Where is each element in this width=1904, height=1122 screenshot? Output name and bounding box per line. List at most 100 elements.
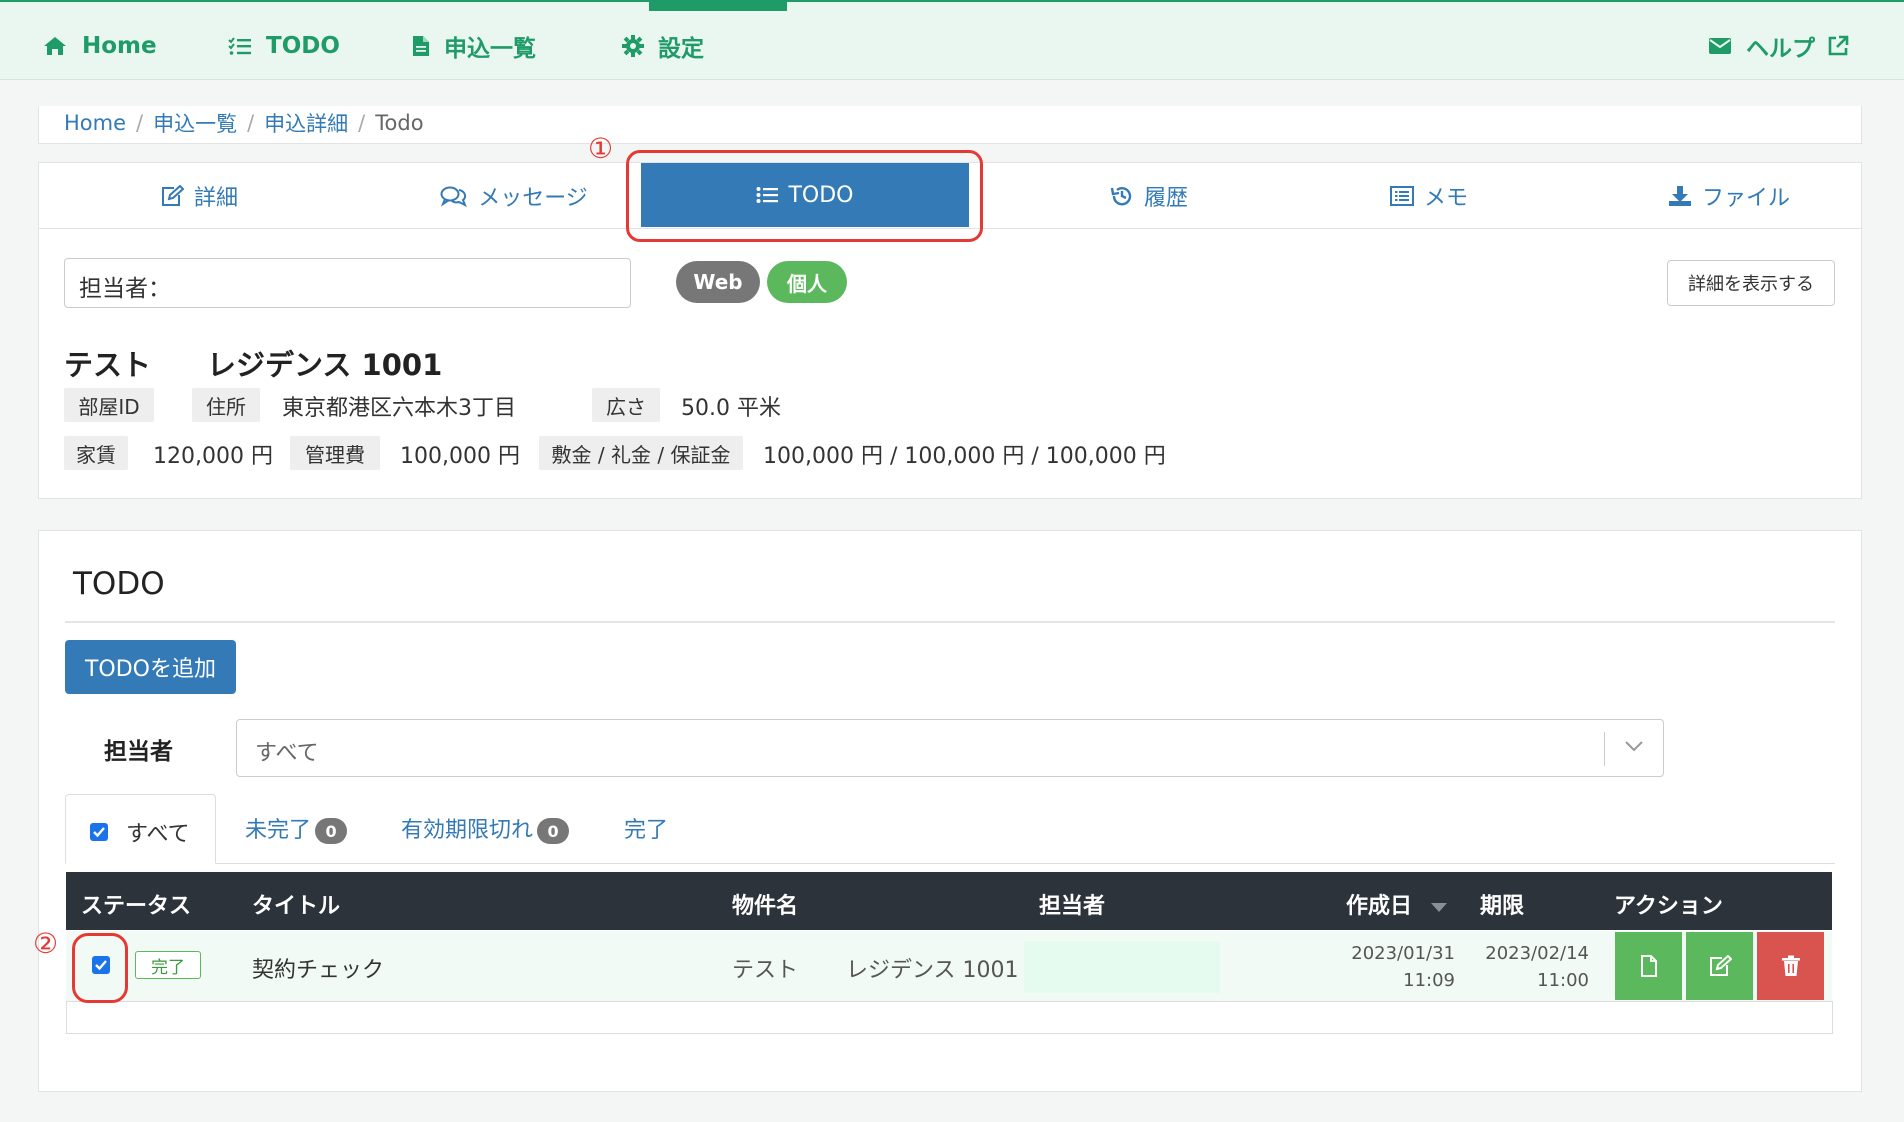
- add-todo-button[interactable]: TODOを追加: [65, 640, 236, 694]
- incomplete-count-badge: 0: [315, 818, 348, 844]
- todo-card: [38, 530, 1862, 1092]
- annotation-2-label: ②: [33, 927, 59, 960]
- todo-table-header: ステータス タイトル 物件名 担当者 作成日 期限 アクション: [66, 872, 1832, 930]
- table-border: [1832, 1001, 1833, 1034]
- column-assignee[interactable]: 担当者: [1039, 888, 1105, 920]
- breadcrumb-separator: /: [136, 111, 144, 135]
- nav-settings[interactable]: 設定: [622, 30, 704, 62]
- delete-button[interactable]: [1757, 932, 1824, 1000]
- external-link-icon: [1827, 35, 1849, 57]
- annotation-1-highlight: [626, 150, 983, 242]
- breadcrumb-applications[interactable]: 申込一覧: [153, 108, 237, 138]
- deposit-value: 100,000 円 / 100,000 円 / 100,000 円: [763, 444, 1166, 469]
- mgmt-fee-value: 100,000 円: [400, 444, 520, 469]
- area-label: 広さ: [592, 388, 660, 422]
- nav-applications-label: 申込一覧: [444, 36, 536, 62]
- tab-history[interactable]: 履歴: [1059, 163, 1239, 228]
- applicant-name: テスト: [64, 348, 152, 382]
- edit-button[interactable]: [1686, 932, 1753, 1000]
- row-due-time: 11:00: [1537, 970, 1589, 991]
- column-property[interactable]: 物件名: [732, 888, 798, 920]
- status-badge: 完了: [135, 951, 201, 979]
- nav-applications[interactable]: 申込一覧: [412, 30, 536, 62]
- tab-detail[interactable]: 詳細: [119, 163, 279, 228]
- breadcrumb-current: Todo: [375, 111, 424, 135]
- nav-help[interactable]: ヘルプ: [1708, 30, 1849, 62]
- list-check-icon: [228, 36, 252, 56]
- property-name: レジデンス 1001: [207, 348, 443, 382]
- row-property-name: テスト: [732, 958, 799, 983]
- filter-tab-incomplete-label: 未完了: [245, 818, 312, 843]
- column-status[interactable]: ステータス: [81, 888, 191, 920]
- row-property-room: レジデンス 1001: [846, 958, 1019, 983]
- assignee-filter-label: 担当者: [104, 739, 173, 765]
- top-navbar: Home TODO 申込一覧 設定 ヘルプ: [0, 0, 1904, 80]
- filter-tab-done[interactable]: 完了: [624, 812, 668, 844]
- show-detail-button[interactable]: 詳細を表示する: [1667, 260, 1835, 306]
- area-value: 50.0 平米: [681, 396, 781, 421]
- table-border: [66, 1033, 1832, 1034]
- badge-web: Web: [676, 261, 760, 303]
- assignee-field[interactable]: 担当者：: [64, 258, 631, 308]
- property-title: テスト レジデンス 1001: [64, 342, 442, 384]
- breadcrumb-application-detail[interactable]: 申込詳細: [264, 108, 348, 138]
- nav-home-label: Home: [82, 33, 157, 59]
- nav-todo-label: TODO: [266, 33, 340, 59]
- todo-heading: TODO: [73, 566, 165, 602]
- tab-message-label: メッセージ: [478, 185, 588, 211]
- annotation-1-label: ①: [588, 132, 614, 165]
- nav-help-label: ヘルプ: [1746, 36, 1815, 62]
- edit-icon: [1709, 955, 1732, 976]
- gear-icon: [622, 35, 644, 57]
- row-created-date: 2023/01/31: [1351, 943, 1455, 964]
- annotation-2-highlight: [72, 933, 128, 1003]
- rent-value: 120,000 円: [153, 444, 273, 469]
- sort-desc-icon: [1430, 903, 1447, 912]
- row-due: 2023/02/14 11:00: [1462, 940, 1589, 994]
- assignee-filter-value: すべて: [255, 741, 319, 766]
- memo-list-icon: [1389, 185, 1414, 206]
- edit-icon: [160, 184, 184, 207]
- breadcrumb-separator: /: [247, 111, 255, 135]
- row-created: 2023/01/31 11:09: [1330, 940, 1455, 994]
- comments-icon: [440, 185, 468, 207]
- filter-tab-incomplete[interactable]: 未完了 0: [245, 812, 348, 844]
- nav-active-indicator: [649, 0, 787, 11]
- row-title[interactable]: 契約チェック: [252, 952, 384, 984]
- filter-tabs-baseline: [65, 863, 1835, 864]
- row-due-date: 2023/02/14: [1485, 943, 1589, 964]
- breadcrumb-separator: /: [358, 111, 366, 135]
- breadcrumb-home[interactable]: Home: [64, 111, 126, 135]
- tab-message[interactable]: メッセージ: [399, 163, 629, 228]
- filter-tab-all-label: すべて: [126, 822, 190, 847]
- mgmt-fee-label: 管理費: [290, 436, 380, 470]
- tab-file[interactable]: ファイル: [1629, 163, 1829, 228]
- column-due[interactable]: 期限: [1480, 888, 1524, 920]
- all-checkbox[interactable]: [90, 823, 108, 841]
- tab-detail-label: 詳細: [193, 185, 238, 211]
- tab-memo[interactable]: メモ: [1339, 163, 1519, 228]
- address-value: 東京都港区六本木3丁目: [282, 396, 516, 421]
- tab-memo-label: メモ: [1423, 185, 1468, 211]
- history-icon: [1110, 185, 1134, 207]
- breadcrumb-card: Home / 申込一覧 / 申込詳細 / Todo: [38, 106, 1862, 144]
- assignee-filter-select[interactable]: すべて: [236, 719, 1664, 777]
- filter-tab-expired[interactable]: 有効期限切れ 0: [401, 812, 570, 844]
- divider: [65, 621, 1835, 623]
- nav-settings-label: 設定: [658, 36, 704, 62]
- nav-todo[interactable]: TODO: [228, 30, 340, 62]
- filter-tab-expired-label: 有効期限切れ: [401, 818, 534, 843]
- nav-home[interactable]: Home: [42, 30, 157, 62]
- chevron-down-icon: [1623, 738, 1645, 757]
- view-button[interactable]: [1615, 932, 1682, 1000]
- room-id-label: 部屋ID: [64, 388, 154, 422]
- table-border: [66, 1001, 67, 1034]
- tab-history-label: 履歴: [1143, 185, 1188, 211]
- row-created-time: 11:09: [1403, 970, 1455, 991]
- filter-tab-done-label: 完了: [624, 818, 669, 843]
- column-title[interactable]: タイトル: [252, 888, 340, 920]
- select-divider: [1604, 732, 1605, 766]
- filter-tab-all-content: すべて: [90, 816, 190, 848]
- trash-icon: [1781, 955, 1800, 976]
- column-created[interactable]: 作成日: [1346, 888, 1448, 920]
